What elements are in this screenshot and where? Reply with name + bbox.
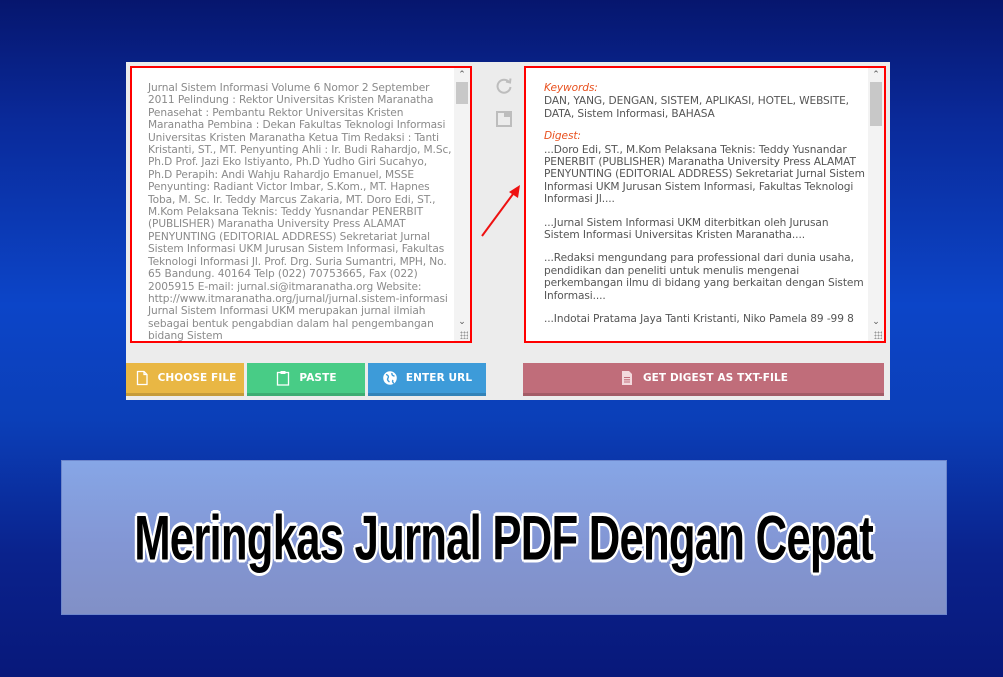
get-digest-button[interactable]: GET DIGEST AS TXT-FILE	[523, 363, 884, 396]
resize-grip-icon[interactable]	[874, 331, 882, 339]
digest-output-panel: Keywords: DAN, YANG, DENGAN, SISTEM, APL…	[524, 66, 886, 343]
digest-item: ...Jurnal Sistem Informasi UKM diterbitk…	[544, 216, 829, 242]
window-icon[interactable]	[494, 109, 514, 129]
input-textarea[interactable]: Jurnal Sistem Informasi Volume 6 Nomor 2…	[132, 68, 452, 341]
clipboard-icon	[277, 371, 290, 386]
summarizer-app: Jurnal Sistem Informasi Volume 6 Nomor 2…	[126, 62, 890, 400]
scroll-thumb[interactable]	[870, 82, 882, 126]
banner-title: Meringkas Jurnal PDF Dengan Cepat	[134, 502, 875, 573]
annotation-arrow-icon	[481, 185, 520, 237]
enter-url-label: ENTER URL	[405, 372, 473, 384]
scroll-thumb[interactable]	[456, 82, 468, 104]
keywords-text: DAN, YANG, DENGAN, SISTEM, APLIKASI, HOT…	[544, 95, 849, 120]
scroll-up-icon[interactable]: ⌃	[868, 68, 884, 82]
side-toolbar	[492, 76, 516, 142]
scroll-down-icon[interactable]: ⌄	[454, 315, 470, 329]
title-banner: Meringkas Jurnal PDF Dengan Cepat	[61, 460, 947, 615]
refresh-icon[interactable]	[494, 76, 514, 96]
digest-content: Keywords: DAN, YANG, DENGAN, SISTEM, APL…	[526, 68, 866, 341]
text-file-icon	[621, 371, 632, 385]
digest-label: Digest:	[544, 130, 581, 143]
choose-file-button[interactable]: CHOOSE FILE	[126, 363, 244, 396]
digest-item: ...Redaksi mengundang para professional …	[544, 252, 864, 302]
get-digest-label: GET DIGEST AS TXT-FILE	[642, 372, 789, 384]
scroll-up-icon[interactable]: ⌃	[454, 68, 470, 82]
paste-label: PASTE	[299, 372, 337, 384]
input-scrollbar[interactable]: ⌃ ⌄	[454, 68, 470, 341]
digest-scrollbar[interactable]: ⌃ ⌄	[868, 68, 884, 341]
resize-grip-icon[interactable]	[460, 331, 468, 339]
enter-url-button[interactable]: ENTER URL	[368, 363, 486, 396]
choose-file-label: CHOOSE FILE	[157, 372, 237, 384]
digest-item: ...Doro Edi, ST., M.Kom Pelaksana Teknis…	[544, 143, 865, 206]
file-icon	[136, 370, 148, 386]
digest-item: ...Indotai Pratama Jaya Tanti Kristanti,…	[544, 313, 854, 326]
globe-icon	[383, 371, 397, 385]
scroll-down-icon[interactable]: ⌄	[868, 315, 884, 329]
input-text-panel[interactable]: Jurnal Sistem Informasi Volume 6 Nomor 2…	[130, 66, 472, 343]
paste-button[interactable]: PASTE	[247, 363, 365, 396]
keywords-label: Keywords:	[544, 82, 598, 94]
